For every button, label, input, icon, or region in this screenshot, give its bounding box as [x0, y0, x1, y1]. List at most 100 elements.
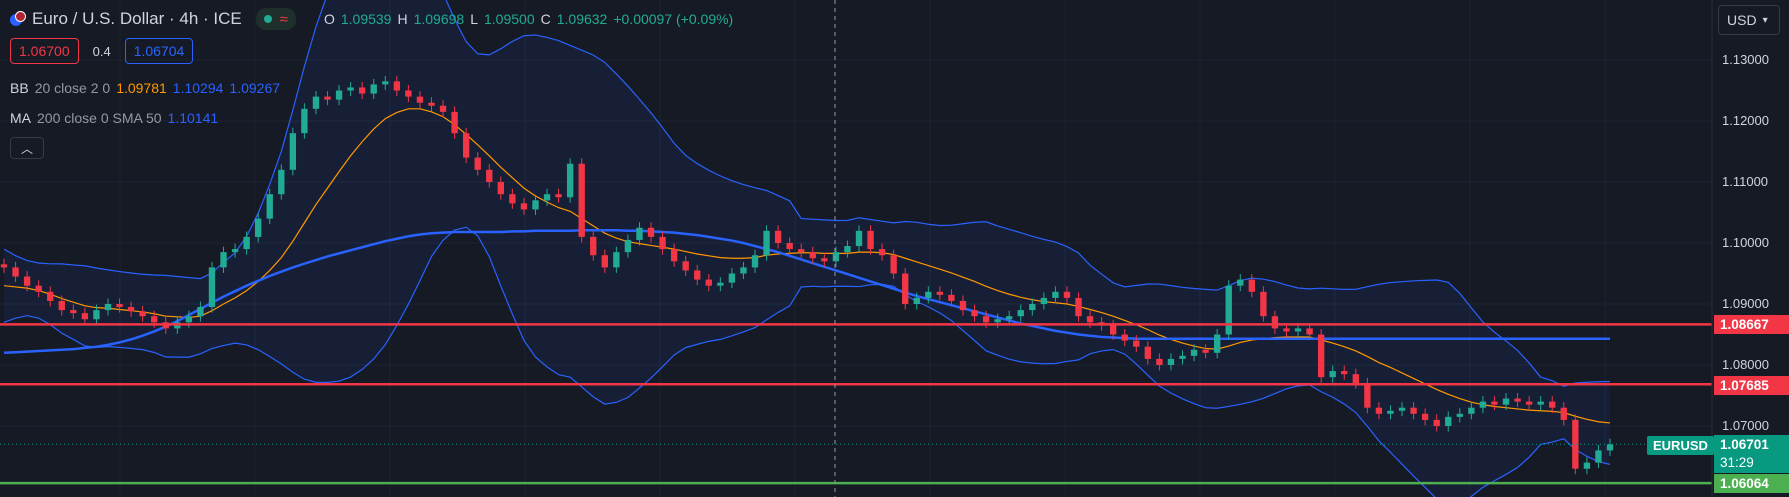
trade-buttons: 1.06700 0.4 1.06704 [10, 38, 194, 64]
candle-body [1202, 349, 1209, 353]
candle-body [266, 194, 273, 219]
candle-body [902, 273, 909, 304]
currency-flags-icon [10, 11, 26, 27]
candle-body [740, 267, 747, 274]
price-tick-label: 1.11000 [1722, 174, 1769, 189]
candle-body [1110, 325, 1117, 335]
price-tick-label: 1.12000 [1722, 113, 1769, 128]
candle-body [855, 230, 863, 247]
bb-lower-value: 1.09267 [229, 80, 281, 96]
candle-body [1514, 398, 1521, 402]
candle-body [913, 297, 920, 304]
candle-body [1421, 413, 1429, 420]
candle-body [81, 313, 89, 320]
price-tick-label: 1.07000 [1722, 418, 1769, 433]
candle-body [1341, 371, 1348, 375]
open-value: 1.09539 [340, 11, 392, 27]
candle-body [1595, 450, 1602, 463]
bb-params: 20 close 2 0 [34, 80, 111, 96]
candle-body [705, 279, 712, 286]
candle-body [1121, 334, 1128, 341]
candle-body [578, 163, 585, 237]
candle-body [636, 227, 643, 240]
candle-body [1317, 334, 1325, 378]
collapse-legend-button[interactable]: ︿ [10, 137, 44, 159]
candle-body [555, 194, 562, 198]
candle-body [520, 203, 528, 210]
price-level-tag-1[interactable]: 1.08667 [1714, 315, 1789, 334]
candle-body [1156, 358, 1163, 365]
candle-body [382, 81, 389, 85]
candle-body [197, 307, 204, 317]
candle-body [127, 307, 135, 312]
candle-body [1410, 407, 1417, 414]
candle-body [324, 96, 331, 100]
candle-body [1283, 328, 1290, 332]
support-level-tag[interactable]: 1.06064 [1714, 474, 1789, 493]
bb-basis-value: 1.09781 [116, 80, 167, 96]
candle-body [1387, 410, 1394, 414]
candle-body [139, 311, 146, 317]
candle-body [497, 182, 504, 195]
candle-body [47, 291, 54, 301]
candle-body [1583, 462, 1591, 469]
ma-name: MA [10, 110, 31, 126]
open-key: O [323, 11, 335, 27]
market-status-badge[interactable]: ≈ [255, 8, 296, 30]
ma-value: 1.10141 [167, 110, 219, 126]
candle-body [347, 87, 354, 91]
sell-button[interactable]: 1.06700 [10, 38, 79, 64]
candle-body [647, 227, 655, 237]
candle-body [1491, 401, 1498, 405]
candle-body [1063, 291, 1071, 298]
candle-body [370, 84, 377, 94]
candle-body [1445, 416, 1452, 426]
candle-body [185, 316, 193, 323]
symbol-title[interactable]: Euro / U.S. Dollar · 4h · ICE [32, 9, 242, 29]
bb-indicator-legend[interactable]: BB 20 close 2 0 1.09781 1.10294 1.09267 [10, 80, 280, 96]
candle-body [12, 267, 19, 277]
candle-body [1029, 304, 1036, 311]
candle-body [1456, 413, 1463, 417]
candle-body [1190, 349, 1198, 356]
candle-body [1248, 279, 1256, 292]
candle-body [1560, 407, 1567, 420]
candle-body [1213, 334, 1221, 353]
candle-body [70, 310, 77, 314]
candle-body [116, 304, 123, 308]
price-chart[interactable] [0, 0, 1789, 497]
low-key: L [470, 11, 478, 27]
price-tick-label: 1.10000 [1722, 235, 1769, 250]
candle-body [543, 194, 551, 201]
candle-body [486, 169, 493, 182]
candle-body [821, 258, 828, 262]
candle-body [786, 243, 793, 250]
candle-body [1468, 407, 1475, 414]
candle-body [832, 252, 840, 262]
candle-body [751, 255, 759, 268]
candle-body [278, 169, 285, 195]
candle-body [1502, 398, 1510, 405]
ma-indicator-legend[interactable]: MA 200 close 0 SMA 50 1.10141 [10, 110, 218, 126]
close-value: 1.09632 [556, 11, 608, 27]
candle-body [936, 291, 944, 295]
candle-body [1237, 279, 1244, 286]
candle-body [844, 246, 851, 253]
candle-body [670, 249, 678, 262]
candle-body [509, 194, 516, 204]
candle-body [243, 236, 250, 250]
currency-selector[interactable]: USD ▾ [1718, 5, 1780, 35]
candle-body [35, 285, 42, 292]
candle-body [982, 316, 990, 323]
chart-header: Euro / U.S. Dollar · 4h · ICE ≈ O 1.09539… [10, 8, 733, 30]
buy-button[interactable]: 1.06704 [124, 38, 194, 64]
change-value: +0.00097 (+0.09%) [613, 11, 734, 27]
candle-body [798, 249, 805, 253]
candle-body [1537, 401, 1544, 405]
price-level-tag-2[interactable]: 1.07685 [1714, 376, 1789, 395]
candle-body [659, 236, 666, 250]
candle-body [1329, 371, 1336, 378]
candle-body [717, 282, 724, 286]
candle-body [1167, 358, 1175, 365]
chart-window: Euro / U.S. Dollar · 4h · ICE ≈ O 1.09539… [0, 0, 1789, 497]
